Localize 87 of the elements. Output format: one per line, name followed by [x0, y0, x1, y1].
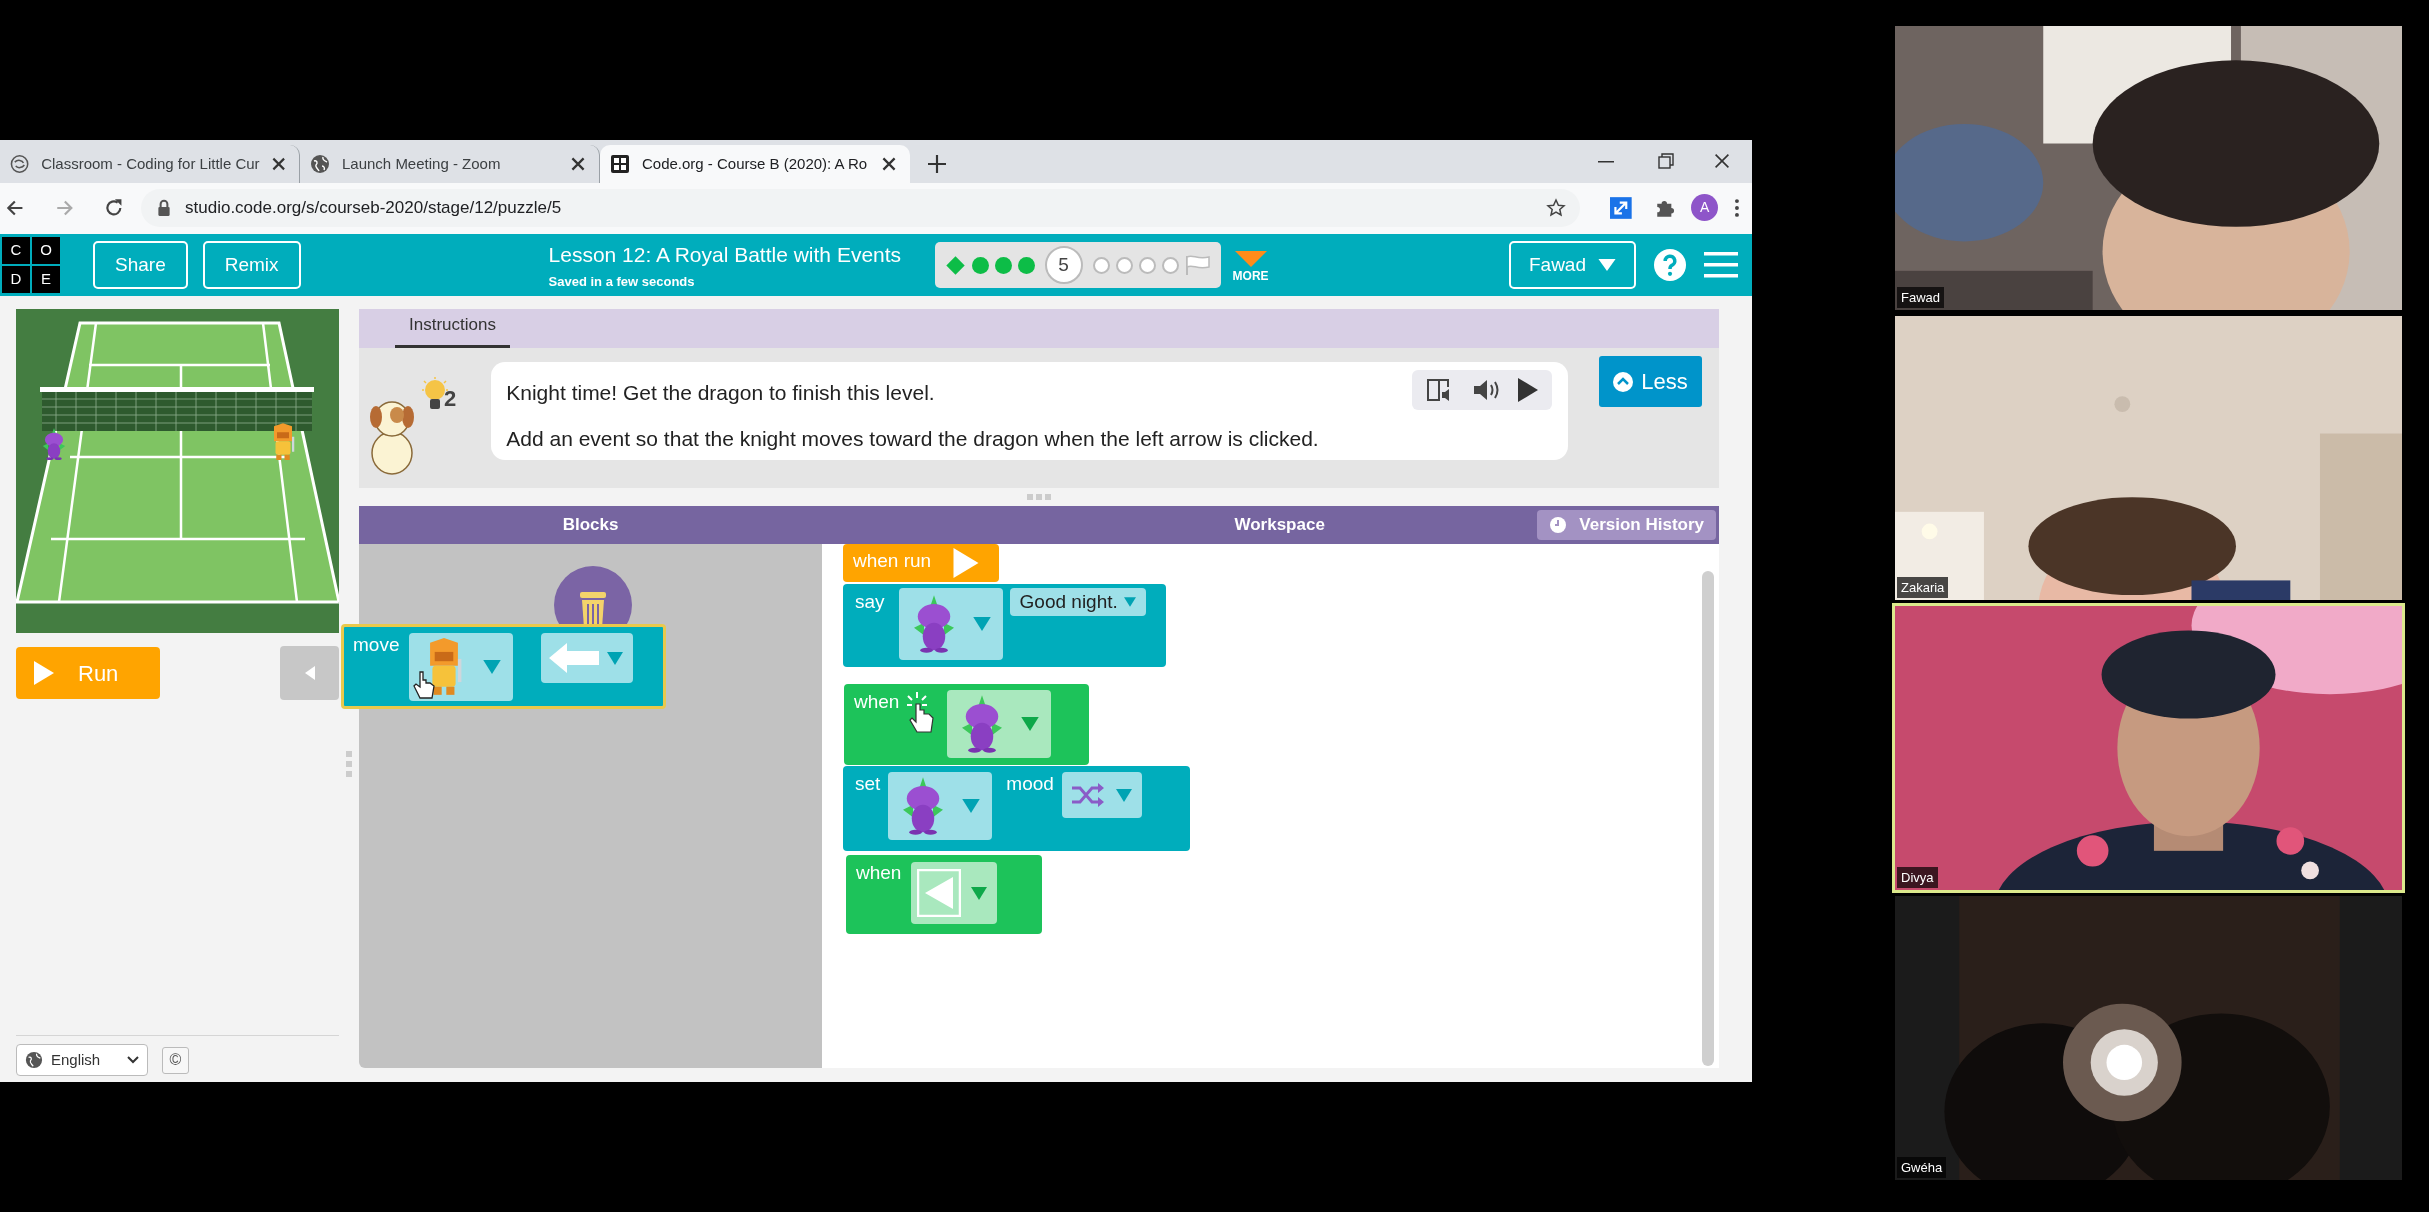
block-label: say — [855, 590, 885, 614]
lesson-title: Lesson 12: A Royal Battle with Events — [548, 242, 903, 268]
menu-icon[interactable] — [1704, 252, 1738, 278]
play-icon — [34, 661, 54, 685]
resize-grip-icon[interactable] — [346, 751, 352, 777]
extension-icon[interactable] — [1610, 196, 1632, 219]
caret-icon — [1115, 788, 1132, 802]
left-arrow-key-icon — [917, 869, 962, 917]
sprite-dropdown[interactable] — [898, 588, 1003, 660]
block-label: when — [856, 861, 902, 885]
header-button[interactable]: Remix — [202, 241, 301, 289]
more-button[interactable]: MORE — [1232, 251, 1269, 285]
instruction-text: Knight time! Get the dragon to finish this level. — [506, 380, 936, 406]
caret-icon — [971, 886, 988, 900]
code-block[interactable]: say Good night. — [843, 584, 1166, 667]
swirl-icon — [10, 154, 30, 174]
save-status: Saved in a few seconds — [548, 272, 696, 291]
block-label: set — [855, 772, 881, 796]
arrow-dropdown[interactable] — [911, 862, 998, 924]
participant-name: Divya — [1897, 866, 1938, 888]
sprite-dropdown[interactable] — [888, 772, 993, 840]
code-logo[interactable]: C O D E — [2, 237, 60, 293]
chevron-icon — [127, 1056, 139, 1064]
clock-icon — [1549, 516, 1568, 534]
mood-dropdown[interactable] — [1061, 772, 1142, 818]
left-arrow-icon — [549, 643, 600, 673]
caret-icon — [962, 799, 981, 813]
arrow-dropdown[interactable] — [541, 633, 634, 683]
play-icon — [953, 548, 980, 578]
sprite-dropdown[interactable] — [409, 633, 514, 701]
block-label: when — [854, 690, 900, 714]
panel-heading: Blocks — [562, 514, 619, 537]
address-bar[interactable]: studio.code.org/s/courseb-2020/stage/12/puzzle/5 — [141, 188, 1581, 227]
current-level-bubble[interactable]: 5 — [1044, 246, 1083, 284]
sprite-dropdown[interactable] — [947, 690, 1052, 758]
block-label: when run — [853, 549, 932, 573]
text-dropdown[interactable]: Good night. — [1009, 588, 1146, 616]
block-label: mood — [1006, 772, 1054, 796]
dragged-code-block[interactable]: move — [341, 624, 666, 709]
participant-name: Fawad — [1897, 286, 1945, 308]
play-icon[interactable] — [1518, 378, 1539, 402]
caret-icon — [972, 617, 991, 631]
more-icon[interactable] — [1734, 197, 1740, 218]
globe-icon — [25, 1051, 43, 1069]
chevron-up-icon — [1613, 371, 1634, 392]
profile-avatar[interactable]: A — [1691, 194, 1719, 221]
user-menu-button[interactable]: Fawad — [1508, 241, 1636, 289]
block-label: move — [353, 633, 400, 657]
restore-icon[interactable] — [1658, 153, 1674, 169]
new-tab-icon[interactable] — [928, 155, 946, 173]
grid-icon — [610, 154, 630, 174]
left-triangle-icon — [304, 666, 315, 680]
copyright-button[interactable]: © — [162, 1046, 189, 1074]
code-block[interactable]: set mood — [843, 766, 1190, 851]
knight-drawing — [274, 423, 295, 460]
scrollbar[interactable] — [1702, 571, 1714, 1066]
hand-cursor-icon — [413, 671, 436, 699]
caret-icon — [1021, 717, 1040, 731]
close-icon[interactable] — [271, 157, 285, 171]
caret-icon — [1123, 597, 1136, 607]
minimize-icon[interactable] — [1598, 161, 1614, 163]
header-button[interactable]: Share — [93, 241, 188, 289]
resize-grip-icon[interactable] — [1027, 494, 1051, 500]
language-select[interactable]: English — [16, 1044, 148, 1076]
dragon-drawing — [42, 427, 66, 461]
participant-name: Zakaria — [1897, 576, 1949, 598]
caret-icon — [607, 651, 624, 665]
speaker-icon[interactable] — [1472, 378, 1501, 402]
lock-icon — [157, 198, 171, 217]
star-icon[interactable] — [1546, 197, 1567, 218]
help-icon[interactable] — [1654, 249, 1686, 281]
version-history-button[interactable]: Version History — [1537, 510, 1716, 540]
globe-icon — [310, 154, 330, 174]
participant-name: Gwéha — [1897, 1156, 1947, 1178]
shuffle-icon — [1069, 782, 1106, 808]
panel-heading: Workspace — [1233, 514, 1326, 537]
close-icon[interactable] — [882, 157, 896, 171]
browser-tab[interactable]: Code.org - Course B (2020): A Ro — [600, 145, 910, 183]
hint-count: 2 — [444, 385, 457, 413]
caret-icon — [1598, 259, 1616, 271]
instruction-text: Add an event so that the knight moves toward the dragon when the left arrow is clicked. — [506, 425, 1320, 452]
caret-icon — [483, 660, 502, 674]
close-icon[interactable] — [571, 157, 585, 171]
less-button[interactable]: Less — [1599, 356, 1702, 407]
dropdown-triangle-icon — [1234, 251, 1267, 267]
close-icon[interactable] — [1714, 153, 1730, 169]
flag-icon — [1184, 254, 1211, 276]
